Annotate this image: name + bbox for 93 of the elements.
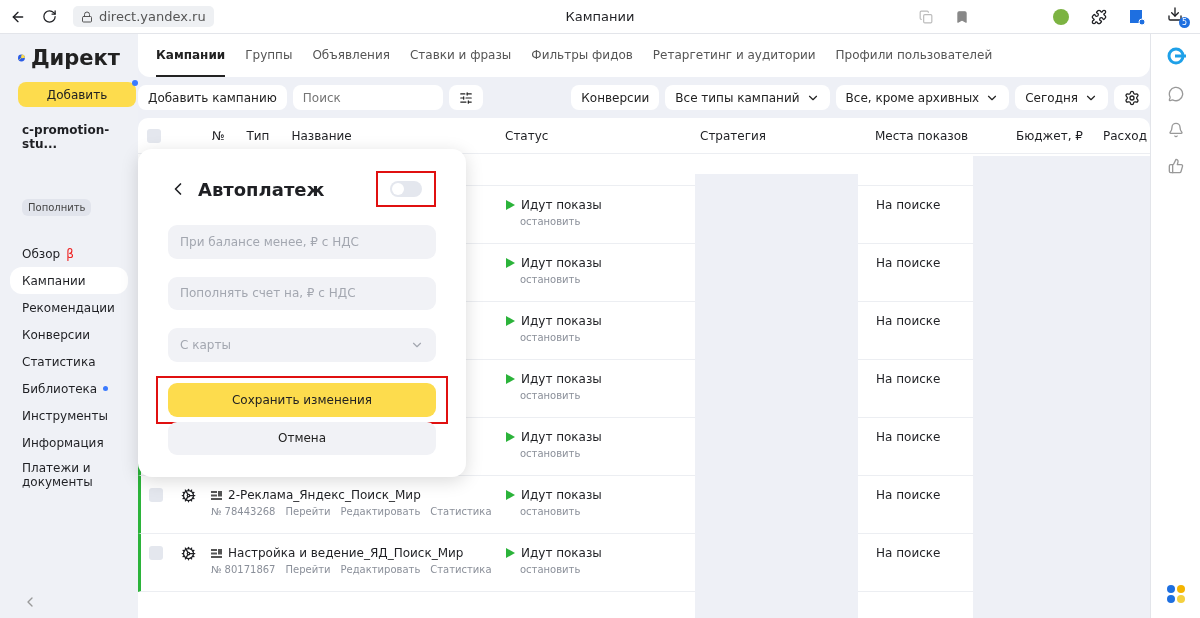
settings-icon: [1124, 89, 1140, 106]
add-campaign-button[interactable]: Добавить кампанию: [138, 85, 287, 110]
search-field[interactable]: Поиск: [292, 85, 443, 110]
tab[interactable]: Кампании: [156, 34, 226, 77]
list-icon: [211, 548, 222, 558]
list-icon: [211, 490, 222, 500]
campaign-name[interactable]: 2-Реклама_Яндекс_Поиск_Мир: [228, 488, 421, 502]
sidebar-item[interactable]: Библиотека: [10, 375, 128, 402]
campaign-number: № 80171867: [211, 564, 276, 575]
sidebar-item[interactable]: Статистика: [10, 348, 128, 375]
play-icon: [506, 200, 515, 210]
placement-cell-text: На поиске: [875, 255, 942, 272]
campaign-number: № 78443268: [211, 506, 276, 517]
filter-dropdown[interactable]: Сегодня: [1015, 85, 1108, 110]
reload-icon[interactable]: [42, 9, 57, 24]
column-header: Стратегия: [699, 128, 768, 143]
share-icon[interactable]: [919, 9, 933, 24]
thumbs-up-icon[interactable]: [1167, 158, 1184, 174]
tab[interactable]: Ставки и фразы: [409, 34, 512, 77]
add-button[interactable]: Добавить: [18, 82, 136, 107]
filter-button[interactable]: Конверсии: [571, 85, 660, 110]
popup-title: Автоплатеж: [198, 178, 325, 200]
save-button[interactable]: Сохранить изменения: [168, 382, 436, 417]
tab[interactable]: Объявления: [312, 34, 390, 77]
apps-icon[interactable]: [1165, 584, 1186, 604]
status-text: Идут показы: [521, 256, 602, 270]
status-text: Идут показы: [521, 546, 602, 560]
filter-dropdown[interactable]: Все типы кампаний: [665, 85, 830, 110]
beta-label: β: [66, 246, 74, 261]
input-field[interactable]: При балансе менее, ₽ с НДС: [168, 225, 436, 259]
play-icon: [506, 432, 515, 442]
logo: Директ: [10, 44, 128, 82]
gear-icon[interactable]: [181, 546, 196, 561]
extension-icon[interactable]: [1053, 8, 1069, 25]
column-header: Места показов: [874, 128, 970, 143]
input-field[interactable]: Пополнять счет на, ₽ с НДС: [168, 276, 436, 310]
row-checkbox[interactable]: [149, 546, 163, 560]
placement-cell-text: На поиске: [875, 487, 942, 504]
autopay-toggle[interactable]: [390, 181, 422, 197]
placement-cell-text: На поиске: [875, 197, 942, 214]
tab[interactable]: Группы: [245, 34, 293, 77]
tab[interactable]: Профили пользователей: [835, 34, 993, 77]
status-text: Идут показы: [521, 430, 602, 444]
sidebar-item[interactable]: Конверсии: [10, 321, 128, 348]
sidebar-item[interactable]: Рекомендации: [10, 294, 128, 321]
sliders-icon: [458, 90, 473, 105]
page-title: Кампании: [565, 9, 635, 24]
sidebar-item[interactable]: Информация: [10, 429, 128, 456]
status-text: Идут показы: [521, 314, 602, 328]
sidebar-item[interactable]: Обзор β: [10, 240, 128, 267]
lock-icon: [81, 10, 93, 23]
top-up-button[interactable]: Пополнить: [22, 199, 92, 216]
bookmark-icon[interactable]: [955, 9, 969, 24]
select-all-checkbox[interactable]: [147, 128, 161, 143]
sidebar-item[interactable]: Кампании: [10, 267, 128, 294]
campaign-name[interactable]: Настройка и ведение_ЯД_Поиск_Мир: [228, 546, 464, 560]
row-checkbox[interactable]: [149, 488, 163, 502]
address-bar[interactable]: direct.yandex.ru: [73, 6, 214, 27]
placement-cell-text: На поиске: [875, 313, 942, 330]
sidebar-item[interactable]: Инструменты: [10, 402, 128, 429]
status-text: Идут показы: [521, 372, 602, 386]
account-name[interactable]: c-promotion-stu...: [10, 107, 128, 151]
column-header: Расход: [1102, 128, 1145, 143]
cancel-button[interactable]: Отмена: [168, 421, 436, 455]
filter-settings-button[interactable]: [448, 85, 483, 110]
download-button[interactable]: 5: [1167, 5, 1190, 28]
extensions-icon[interactable]: [1091, 8, 1107, 25]
column-header: №: [212, 128, 225, 143]
settings-button[interactable]: [1114, 85, 1150, 110]
placement-cell-text: На поиске: [875, 371, 942, 388]
alice-icon[interactable]: [1165, 46, 1186, 66]
play-icon: [506, 374, 515, 384]
notification-dot: [132, 80, 138, 86]
column-header: Бюджет, ₽: [1014, 128, 1084, 143]
chat-icon[interactable]: [1167, 86, 1184, 102]
tab[interactable]: Фильтры фидов: [531, 34, 633, 77]
picture-extension-icon[interactable]: [1129, 8, 1145, 25]
column-header: Название: [291, 128, 352, 143]
column-header: Тип: [246, 128, 270, 143]
play-icon: [506, 490, 515, 500]
tab[interactable]: Ретаргетинг и аудитории: [652, 34, 816, 77]
placement-cell-text: На поиске: [875, 429, 942, 446]
status-text: Идут показы: [521, 488, 602, 502]
sidebar-item[interactable]: Платежи и документы: [10, 456, 128, 494]
play-icon: [506, 258, 515, 268]
status-text: Идут показы: [521, 198, 602, 212]
play-icon: [506, 316, 515, 326]
placement-cell-text: На поиске: [875, 545, 942, 562]
filter-dropdown[interactable]: Все, кроме архивных: [835, 85, 1010, 110]
column-header: Статус: [504, 128, 550, 143]
bell-icon[interactable]: [1167, 122, 1184, 138]
gear-icon[interactable]: [181, 488, 196, 503]
play-icon: [506, 548, 515, 558]
